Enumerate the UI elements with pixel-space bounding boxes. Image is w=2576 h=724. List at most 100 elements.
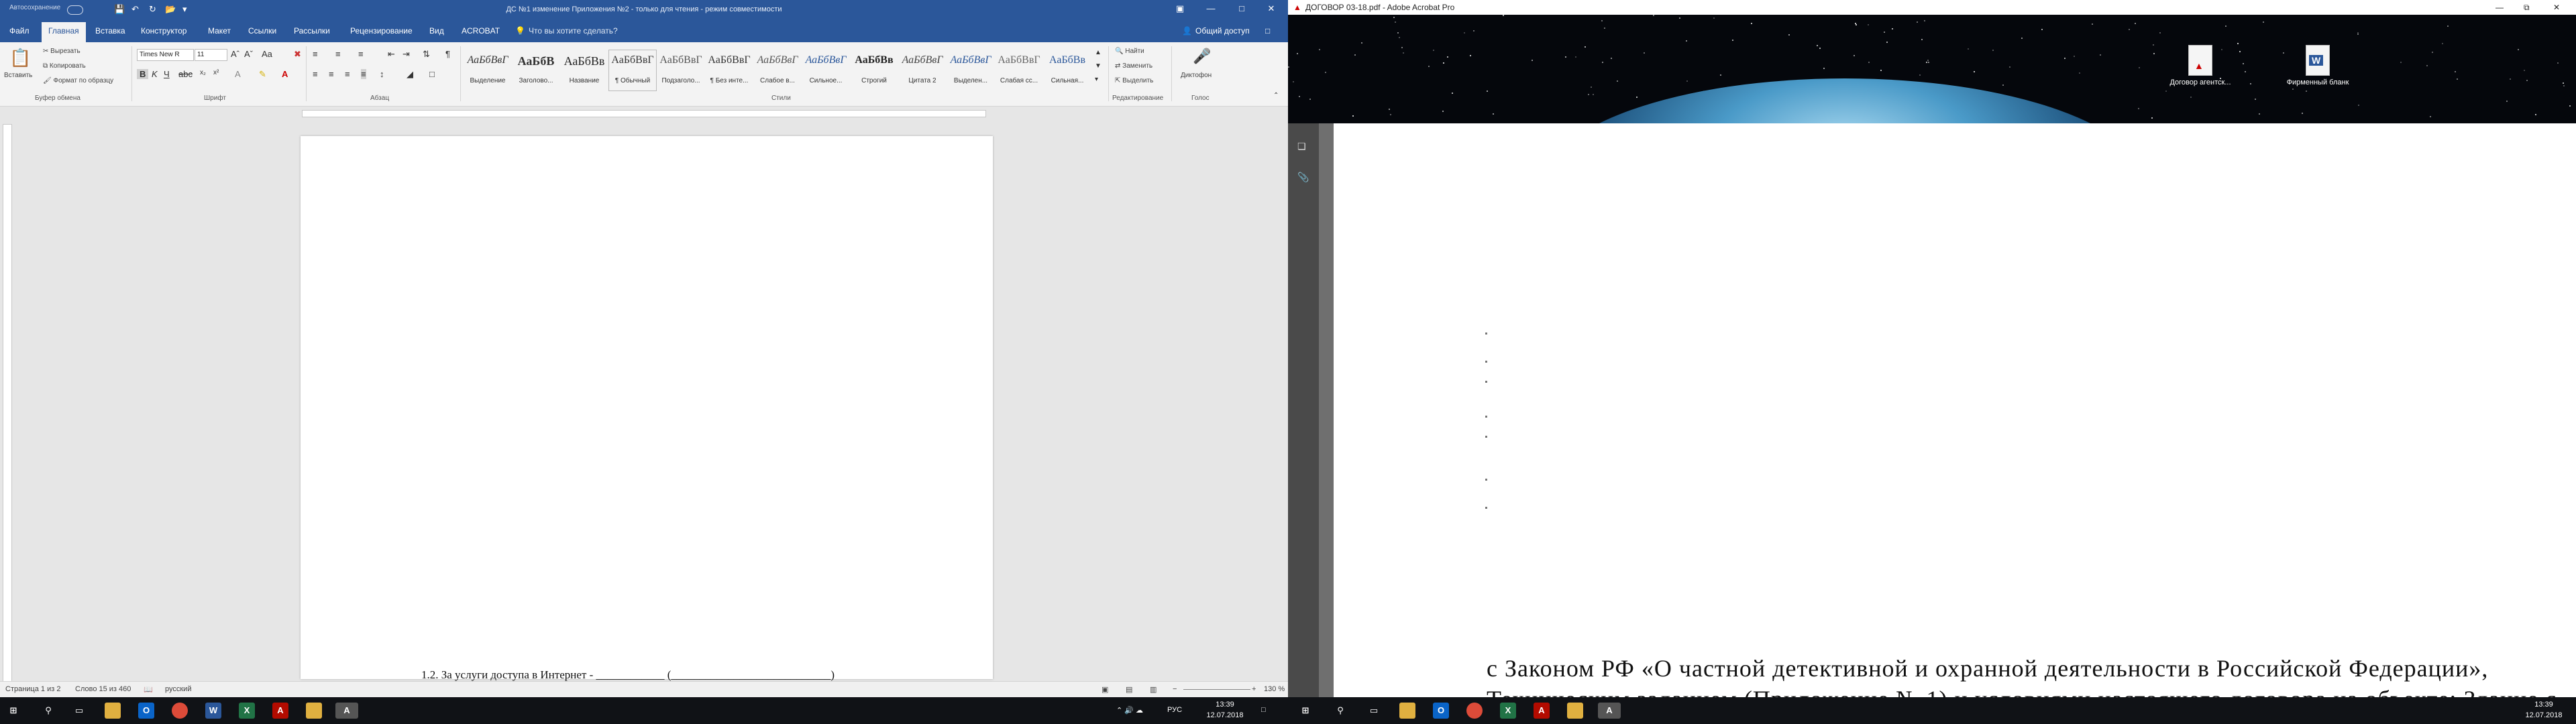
style-item[interactable]: АаБбВв Название xyxy=(561,50,608,90)
desktop-icon-contract[interactable]: ▲ Договор агентск... xyxy=(2163,45,2237,86)
tell-me-search[interactable]: Что вы хотите сделать? xyxy=(529,26,618,36)
style-item[interactable]: АаБбВ Заголово... xyxy=(513,50,559,90)
proofing-icon[interactable]: 📖 xyxy=(144,685,153,694)
outlook-icon[interactable]: O xyxy=(1433,703,1449,719)
acrobat-icon[interactable]: A xyxy=(1534,703,1550,719)
text-effects-icon[interactable]: A xyxy=(235,69,241,79)
outlook-icon[interactable]: O xyxy=(138,703,154,719)
acrobat-minimize-button[interactable]: — xyxy=(2496,3,2504,12)
tab-view[interactable]: Вид xyxy=(429,26,444,36)
style-item[interactable]: АаБбВвГ Цитата 2 xyxy=(899,50,946,90)
style-item[interactable]: АаБбВвГ Подзаголо... xyxy=(657,50,704,90)
select-button[interactable]: ⇱ Выделить xyxy=(1115,77,1153,84)
acrobat-maximize-button[interactable]: ⧉ xyxy=(2524,3,2530,13)
tab-mailings[interactable]: Рассылки xyxy=(294,26,330,36)
style-item[interactable]: АаБбВвГ Слабое в... xyxy=(754,50,801,90)
search-icon[interactable]: ⚲ xyxy=(1332,703,1348,719)
maximize-button[interactable]: □ xyxy=(1232,3,1252,13)
style-item[interactable]: АаБбВвГ Слабая сс... xyxy=(996,50,1042,90)
show-marks-icon[interactable]: ¶ xyxy=(445,49,450,59)
word-icon[interactable]: W xyxy=(205,703,221,719)
close-button[interactable]: ✕ xyxy=(1261,3,1281,14)
style-item[interactable]: АаБбВвГ ¶ Без инте... xyxy=(706,50,753,90)
subscript-icon[interactable]: x₂ xyxy=(200,69,206,76)
chrome-icon[interactable] xyxy=(172,703,188,719)
bold-icon[interactable]: B xyxy=(137,69,149,79)
chrome-icon[interactable] xyxy=(1466,703,1483,719)
dictation-button[interactable]: Диктофон xyxy=(1181,72,1212,79)
sort-icon[interactable]: ⇅ xyxy=(423,49,430,60)
start-icon[interactable]: ⊞ xyxy=(5,703,21,719)
shrink-font-icon[interactable]: Aˇ xyxy=(244,49,253,59)
zoom-out-icon[interactable]: − xyxy=(1173,685,1177,693)
justify-icon[interactable]: ≡ xyxy=(361,69,366,79)
cut-button[interactable]: ✂ Вырезать xyxy=(43,48,80,55)
clock-date[interactable]: 12.07.2018 xyxy=(2524,711,2564,719)
task-view-icon[interactable]: ▭ xyxy=(71,703,87,719)
minimize-button[interactable]: — xyxy=(1201,3,1221,13)
clock-date[interactable]: 12.07.2018 xyxy=(1205,711,1245,719)
read-mode-icon[interactable]: ▣ xyxy=(1102,685,1108,694)
align-center-icon[interactable]: ≡ xyxy=(329,69,334,79)
paste-button[interactable]: Вставить xyxy=(4,72,32,79)
styles-scroll-up-icon[interactable]: ▲ xyxy=(1095,49,1102,56)
superscript-icon[interactable]: x² xyxy=(213,69,219,76)
underline-icon[interactable]: Ч xyxy=(164,69,170,79)
attachment-icon[interactable]: 📎 xyxy=(1297,172,1309,183)
excel-icon[interactable]: X xyxy=(239,703,255,719)
line-spacing-icon[interactable]: ↕ xyxy=(380,69,384,79)
style-item[interactable]: АаБбВвГ Сильное... xyxy=(802,50,849,90)
tab-insert[interactable]: Вставка xyxy=(95,26,125,36)
increase-indent-icon[interactable]: ⇥ xyxy=(402,49,410,60)
file-explorer-icon[interactable] xyxy=(105,703,121,719)
ribbon-display-icon[interactable]: ▣ xyxy=(1170,3,1190,14)
search-icon[interactable]: ⚲ xyxy=(40,703,56,719)
style-item[interactable]: АаБбВвГ ¶ Обычный xyxy=(608,50,657,91)
zoom-in-icon[interactable]: + xyxy=(1252,685,1256,693)
folder-icon[interactable] xyxy=(306,703,322,719)
clear-formatting-icon[interactable]: ✖ xyxy=(294,49,301,60)
share-icon[interactable]: 👤 xyxy=(1182,26,1192,36)
strikethrough-icon[interactable]: abc xyxy=(178,69,193,79)
align-right-icon[interactable]: ≡ xyxy=(345,69,350,79)
bookmark-icon[interactable]: ❏ xyxy=(1297,141,1306,152)
notifications-icon[interactable]: □ xyxy=(1261,706,1266,714)
change-case-icon[interactable]: Aa xyxy=(262,49,272,59)
borders-icon[interactable]: □ xyxy=(429,69,435,79)
zoom-level[interactable]: 130 % xyxy=(1264,685,1285,693)
microphone-icon[interactable]: 🎤 xyxy=(1193,48,1211,65)
align-left-icon[interactable]: ≡ xyxy=(313,69,318,79)
tab-acrobat[interactable]: ACROBAT xyxy=(462,26,500,36)
acrobat-active-icon[interactable]: A xyxy=(335,703,358,719)
shading-icon[interactable]: ◢ xyxy=(407,69,413,80)
style-item[interactable]: АаБбВв Строгий xyxy=(851,50,898,90)
style-item[interactable]: АаБбВв Сильная... xyxy=(1044,50,1091,90)
excel-icon[interactable]: X xyxy=(1500,703,1516,719)
zoom-slider[interactable] xyxy=(1183,689,1250,690)
highlight-icon[interactable]: ✎ xyxy=(259,69,266,80)
acrobat-close-button[interactable]: ✕ xyxy=(2553,3,2560,12)
task-view-icon[interactable]: ▭ xyxy=(1366,703,1382,719)
clock-time[interactable]: 13:39 xyxy=(2524,701,2564,709)
word-count[interactable]: Слово 15 из 460 xyxy=(75,685,131,693)
document-page[interactable] xyxy=(301,136,993,679)
style-item[interactable]: АаБбВвГ Выделен... xyxy=(947,50,994,90)
comments-icon[interactable]: □ xyxy=(1265,26,1270,36)
collapse-ribbon-icon[interactable]: ⌃ xyxy=(1273,92,1279,99)
font-color-icon[interactable]: A xyxy=(282,69,288,79)
share-button[interactable]: Общий доступ xyxy=(1195,26,1250,36)
start-icon[interactable]: ⊞ xyxy=(1297,703,1313,719)
clock-time[interactable]: 13:39 xyxy=(1205,701,1245,709)
file-explorer-icon[interactable] xyxy=(1399,703,1415,719)
copy-button[interactable]: ⧉ Копировать xyxy=(43,62,86,70)
font-size-select[interactable]: 11 xyxy=(195,49,227,61)
italic-icon[interactable]: K xyxy=(152,69,158,79)
tray-icons[interactable]: ⌃ 🔊 ☁ xyxy=(1116,706,1143,715)
folder-icon[interactable] xyxy=(1567,703,1583,719)
bullets-icon[interactable]: ≡ xyxy=(313,49,318,59)
paste-icon[interactable]: 📋 xyxy=(9,48,31,68)
language-indicator[interactable]: русский xyxy=(165,685,191,693)
font-name-select[interactable]: Times New R xyxy=(137,49,194,61)
tab-review[interactable]: Рецензирование xyxy=(350,26,413,36)
styles-more-icon[interactable]: ▾ xyxy=(1095,76,1098,83)
